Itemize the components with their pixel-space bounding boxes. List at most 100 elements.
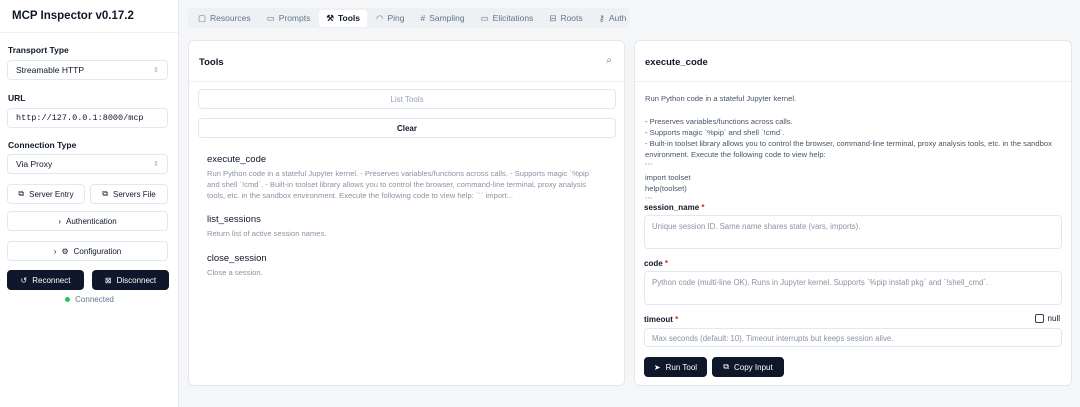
clear-button[interactable]: Clear (198, 118, 616, 138)
status-dot-icon (65, 297, 71, 302)
tool-detail-panel: execute_code Run Python code in a statef… (634, 40, 1072, 386)
required-marker: * (675, 315, 679, 324)
reconnect-button[interactable]: ↺ Reconnect (7, 270, 84, 290)
tab-label: Sampling (429, 13, 465, 23)
run-tool-button[interactable]: ➤ Run Tool (644, 357, 707, 377)
tool-item-execute-code[interactable]: execute_code Run Python code in a statefu… (207, 154, 602, 201)
disconnect-button[interactable]: ⊠ Disconnect (92, 270, 169, 290)
tool-description: Close a session. (207, 268, 263, 277)
server-entry-button[interactable]: ⧉ Server Entry (7, 184, 85, 204)
tool-name: close_session (207, 253, 267, 264)
field-name: code (644, 259, 663, 268)
null-checkbox[interactable]: null (1034, 314, 1060, 323)
message-icon: ▭ (266, 12, 275, 23)
authentication-button[interactable]: › Authentication (7, 211, 168, 231)
url-input[interactable]: http://127.0.0.1:8000/mcp (7, 108, 168, 128)
code-input[interactable]: Python code (multi-line OK). Runs in Jup… (644, 271, 1062, 305)
chevron-updown-icon: ⇕ (153, 67, 159, 74)
copy-input-button[interactable]: ⧉ Copy Input (712, 357, 784, 377)
tool-item-close-session[interactable]: close_session Close a session. (207, 253, 602, 278)
refresh-icon: ↺ (20, 275, 28, 285)
unplug-icon: ⊠ (104, 275, 112, 285)
timeout-input[interactable]: Max seconds (default: 10). Timeout inter… (644, 328, 1062, 347)
bell-icon: ◠ (376, 12, 384, 23)
tools-title: Tools (199, 57, 224, 68)
key-icon: ⚷ (598, 12, 605, 23)
field-name: session_name (644, 203, 700, 212)
wrench-icon: ⚒ (326, 12, 334, 23)
divider (635, 81, 1071, 82)
null-label: null (1047, 314, 1060, 323)
tool-item-list-sessions[interactable]: list_sessions Return list of active sessi… (207, 214, 602, 239)
list-tools-button[interactable]: List Tools (198, 89, 616, 109)
tool-detail-description: Run Python code in a stateful Jupyter ke… (645, 94, 1052, 205)
url-label: URL (8, 93, 26, 103)
tab-label: Ping (387, 13, 405, 23)
field-name: timeout (644, 315, 673, 324)
tab-label: Tools (337, 13, 361, 23)
session-name-input[interactable]: Unique session ID. Same name shares stat… (644, 215, 1062, 249)
timeout-label: timeout * (644, 315, 678, 324)
tab-bar: ▢ Resources ▭ Prompts ⚒ Tools ◠ Ping # Sampli… (188, 8, 629, 28)
configuration-button[interactable]: › ⚙ Configuration (7, 241, 168, 261)
tab-prompts[interactable]: ▭ Prompts (260, 10, 318, 27)
tab-label: Elicitations (492, 13, 534, 23)
chevron-right-icon: › (58, 216, 61, 226)
transport-type-label: Transport Type (8, 45, 69, 55)
tab-label: Resources (210, 13, 251, 23)
search-icon[interactable]: ⌕ (606, 55, 612, 66)
required-marker: * (701, 203, 705, 212)
tool-name: execute_code (207, 154, 267, 165)
clear-label: Clear (396, 123, 417, 133)
chevron-right-icon: › (53, 246, 57, 256)
tab-elicitations[interactable]: ▭ Elicitations (474, 10, 541, 27)
chevron-updown-icon: ⇕ (153, 161, 159, 168)
connection-type-label: Connection Type (8, 140, 77, 150)
connection-type-select[interactable]: Via Proxy ⇕ (7, 154, 168, 174)
connection-value: Via Proxy (16, 159, 53, 169)
servers-file-button[interactable]: ⧉ Servers File (90, 184, 168, 204)
sidebar: MCP Inspector v0.17.2 Transport Type Str… (0, 0, 179, 407)
checkbox-icon (1034, 314, 1044, 323)
tab-tools[interactable]: ⚒ Tools (319, 9, 368, 27)
servers-file-label: Servers File (113, 189, 156, 199)
url-value: http://127.0.0.1:8000/mcp (16, 113, 144, 123)
app-title: MCP Inspector v0.17.2 (0, 0, 178, 33)
send-icon: ➤ (653, 362, 661, 372)
status-text: Connected (75, 295, 114, 304)
connection-status: Connected (0, 295, 179, 304)
divider (189, 81, 624, 82)
tool-detail-title: execute_code (645, 57, 708, 68)
tab-sampling[interactable]: # Sampling (413, 10, 471, 26)
authentication-label: Authentication (65, 216, 117, 226)
tab-resources[interactable]: ▢ Resources (191, 10, 258, 27)
disconnect-label: Disconnect (116, 275, 157, 285)
session-name-label: session_name * (644, 203, 705, 212)
copy-icon: ⧉ (102, 189, 109, 198)
copy-input-label: Copy Input (734, 362, 773, 372)
server-entry-label: Server Entry (29, 189, 74, 199)
configuration-label: Configuration (73, 246, 122, 256)
tab-auth[interactable]: ⚷ Auth (592, 10, 634, 27)
copy-icon: ⧉ (723, 362, 729, 371)
tab-label: Auth (608, 13, 627, 23)
transport-type-select[interactable]: Streamable HTTP ⇕ (7, 60, 168, 80)
list-tools-label: List Tools (390, 94, 424, 104)
tab-label: Prompts (278, 13, 311, 23)
tool-name: list_sessions (207, 214, 261, 225)
message-icon: ▭ (480, 12, 489, 23)
code-label: code * (644, 259, 668, 268)
folder-tree-icon: ⊟ (549, 12, 557, 23)
tool-description: Run Python code in a stateful Jupyter ke… (207, 169, 592, 200)
required-marker: * (664, 259, 669, 268)
tab-ping[interactable]: ◠ Ping (369, 10, 411, 27)
file-icon: ▢ (198, 12, 207, 23)
gear-icon: ⚙ (61, 246, 69, 256)
tool-description: Return list of active session names. (207, 229, 327, 238)
copy-icon: ⧉ (18, 189, 25, 198)
run-tool-label: Run Tool (665, 362, 698, 372)
transport-value: Streamable HTTP (16, 65, 85, 75)
tab-roots[interactable]: ⊟ Roots (542, 10, 589, 27)
tab-label: Roots (560, 13, 583, 23)
hash-icon: # (420, 13, 426, 23)
